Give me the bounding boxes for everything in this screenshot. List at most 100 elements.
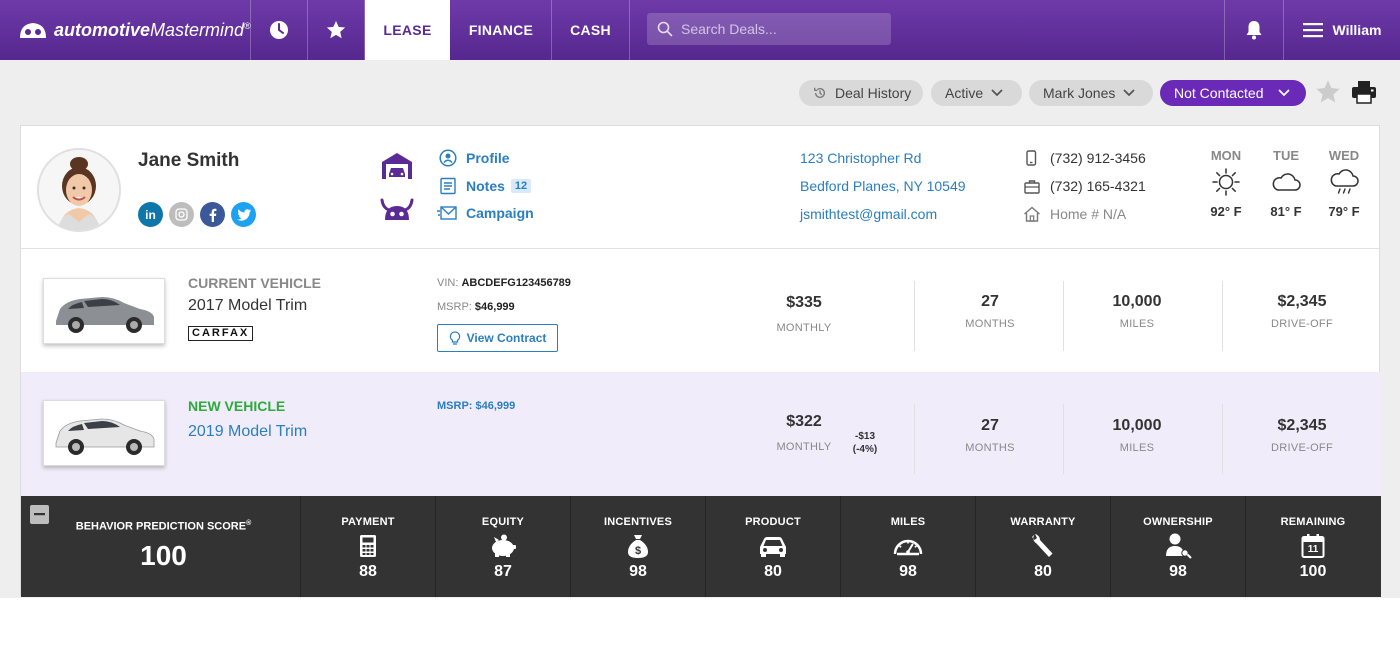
bps-title-mark: ®: [246, 520, 252, 527]
bps-item-value: 98: [1169, 563, 1187, 580]
bps-incentives[interactable]: INCENTIVES $ 98: [570, 496, 705, 597]
bps-item-label: PRODUCT: [745, 516, 801, 528]
profile-link[interactable]: Profile: [439, 149, 510, 167]
customer-name: Jane Smith: [138, 150, 240, 171]
logo-text-bold: automotive: [54, 19, 151, 40]
stat-divider: [914, 404, 915, 474]
vin-label: VIN:: [437, 277, 459, 289]
address-line-1[interactable]: 123 Christopher Rd: [800, 150, 921, 166]
work-phone[interactable]: (732) 165-4321: [1024, 178, 1146, 194]
deal-history-button[interactable]: Deal History: [799, 80, 923, 106]
behavior-prediction-score-bar: BEHAVIOR PREDICTION SCORE® 100 PAYMENT 8…: [21, 496, 1381, 597]
logo-text-light: Mastermind: [150, 19, 245, 40]
briefcase-icon: [1024, 179, 1040, 194]
bps-score: 100: [140, 540, 187, 571]
bps-title-text: BEHAVIOR PREDICTION SCORE: [75, 520, 247, 533]
bps-item-value: 80: [764, 563, 782, 580]
garage-icon: [382, 153, 412, 179]
favorites-button[interactable]: [308, 0, 364, 60]
bps-ownership[interactable]: OWNERSHIP 98: [1110, 496, 1245, 597]
home-phone: Home # N/A: [1023, 206, 1126, 222]
status-label: Active: [945, 85, 984, 101]
current-vehicle-photo[interactable]: [43, 278, 165, 344]
twitter-button[interactable]: [231, 202, 256, 227]
deal-card: Jane Smith in Profile Notes 12 Campaign …: [20, 125, 1381, 597]
contact-status-dropdown[interactable]: Not Contacted: [1160, 80, 1306, 106]
current-vehicle-label: CURRENT VEHICLE: [188, 275, 322, 291]
calculator-icon: [360, 535, 376, 557]
user-name: William: [1332, 22, 1382, 38]
instagram-icon: [175, 208, 188, 221]
favorite-deal-button[interactable]: [1314, 78, 1342, 111]
bps-equity[interactable]: EQUITY 87: [435, 496, 570, 597]
recent-button[interactable]: [251, 0, 307, 60]
search-box[interactable]: [647, 13, 891, 45]
tab-lease[interactable]: LEASE: [365, 0, 450, 60]
notes-count-badge: 12: [510, 179, 532, 193]
address-line-2[interactable]: Bedford Planes, NY 10549: [800, 178, 966, 194]
bps-item-value: 100: [1299, 563, 1327, 580]
new-miles-label: MILES: [1119, 442, 1155, 454]
weather-temp: 79° F: [1328, 204, 1360, 219]
customer-email[interactable]: jsmithtest@gmail.com: [800, 206, 937, 222]
new-months-value: 27: [981, 417, 999, 434]
new-vehicle-model[interactable]: 2019 Model Trim: [188, 423, 307, 441]
stat-divider: [1222, 404, 1223, 474]
bps-miles[interactable]: MILES 98: [840, 496, 975, 597]
section-divider: [21, 248, 1381, 249]
calendar-day: 11: [1307, 544, 1319, 555]
new-vehicle-msrp: MSRP: $46,999: [437, 400, 516, 412]
print-button[interactable]: [1351, 80, 1377, 109]
user-menu-button[interactable]: William: [1284, 0, 1400, 60]
monthly-diff-percent: (-4%): [852, 444, 878, 455]
new-vehicle-photo[interactable]: [43, 400, 165, 466]
carfax-badge[interactable]: CARFAX: [188, 326, 254, 341]
bps-item-value: 80: [1034, 563, 1052, 580]
mobile-phone-number: (732) 912-3456: [1050, 150, 1146, 166]
bps-item-value: 98: [899, 563, 917, 580]
stat-divider: [1063, 404, 1064, 474]
collapse-score-button[interactable]: [30, 505, 49, 524]
notes-icon: [440, 177, 456, 195]
campaign-link[interactable]: Campaign: [437, 205, 534, 221]
bps-remaining[interactable]: REMAINING 11 100: [1245, 496, 1380, 597]
weather-day-mon: MON 92° F: [1201, 148, 1251, 219]
instagram-button[interactable]: [169, 202, 194, 227]
notes-link[interactable]: Notes 12: [439, 177, 532, 195]
garage-button[interactable]: [381, 152, 413, 185]
salesperson-dropdown[interactable]: Mark Jones: [1029, 80, 1153, 106]
tab-finance[interactable]: FINANCE: [451, 0, 551, 60]
bps-warranty[interactable]: WARRANTY 80: [975, 496, 1110, 597]
tab-cash[interactable]: CASH: [552, 0, 629, 60]
new-monthly-difference: -$13 (-4%): [849, 430, 881, 456]
campaign-link-label: Campaign: [466, 205, 534, 221]
status-dropdown[interactable]: Active: [931, 80, 1022, 106]
speedometer-icon: [893, 539, 923, 556]
logo-text: automotiveMastermind®: [54, 20, 251, 41]
bps-payment[interactable]: PAYMENT 88: [300, 496, 435, 597]
app-logo[interactable]: automotiveMastermind®: [18, 16, 251, 44]
mobile-phone[interactable]: (732) 912-3456: [1024, 150, 1146, 166]
chevron-down-icon: [1123, 89, 1135, 97]
current-monthly: $335 MONTHLY: [765, 294, 843, 334]
view-contract-label: View Contract: [466, 331, 547, 345]
bps-product[interactable]: PRODUCT 80: [705, 496, 840, 597]
facebook-icon: [209, 208, 216, 222]
bps-item-label: INCENTIVES: [603, 516, 672, 528]
view-contract-button[interactable]: View Contract: [437, 324, 558, 352]
bot-assistant-button[interactable]: [379, 198, 415, 227]
bps-title: BEHAVIOR PREDICTION SCORE®: [61, 520, 266, 533]
notifications-button[interactable]: [1225, 0, 1283, 60]
new-monthly: $322 MONTHLY: [765, 413, 843, 453]
printer-icon: [1352, 81, 1376, 104]
facebook-button[interactable]: [200, 202, 225, 227]
weather-day-wed: WED 79° F: [1319, 148, 1369, 219]
vin-value: ABCDEFG123456789: [461, 277, 571, 289]
piggy-bank-icon: [492, 534, 516, 557]
msrp-value: $46,999: [474, 301, 515, 313]
search-input[interactable]: [681, 21, 881, 37]
current-driveoff-value: $2,345: [1277, 293, 1327, 310]
linkedin-button[interactable]: in: [138, 202, 163, 227]
user-circle-icon: [439, 149, 457, 167]
nav-divider: [629, 0, 630, 60]
